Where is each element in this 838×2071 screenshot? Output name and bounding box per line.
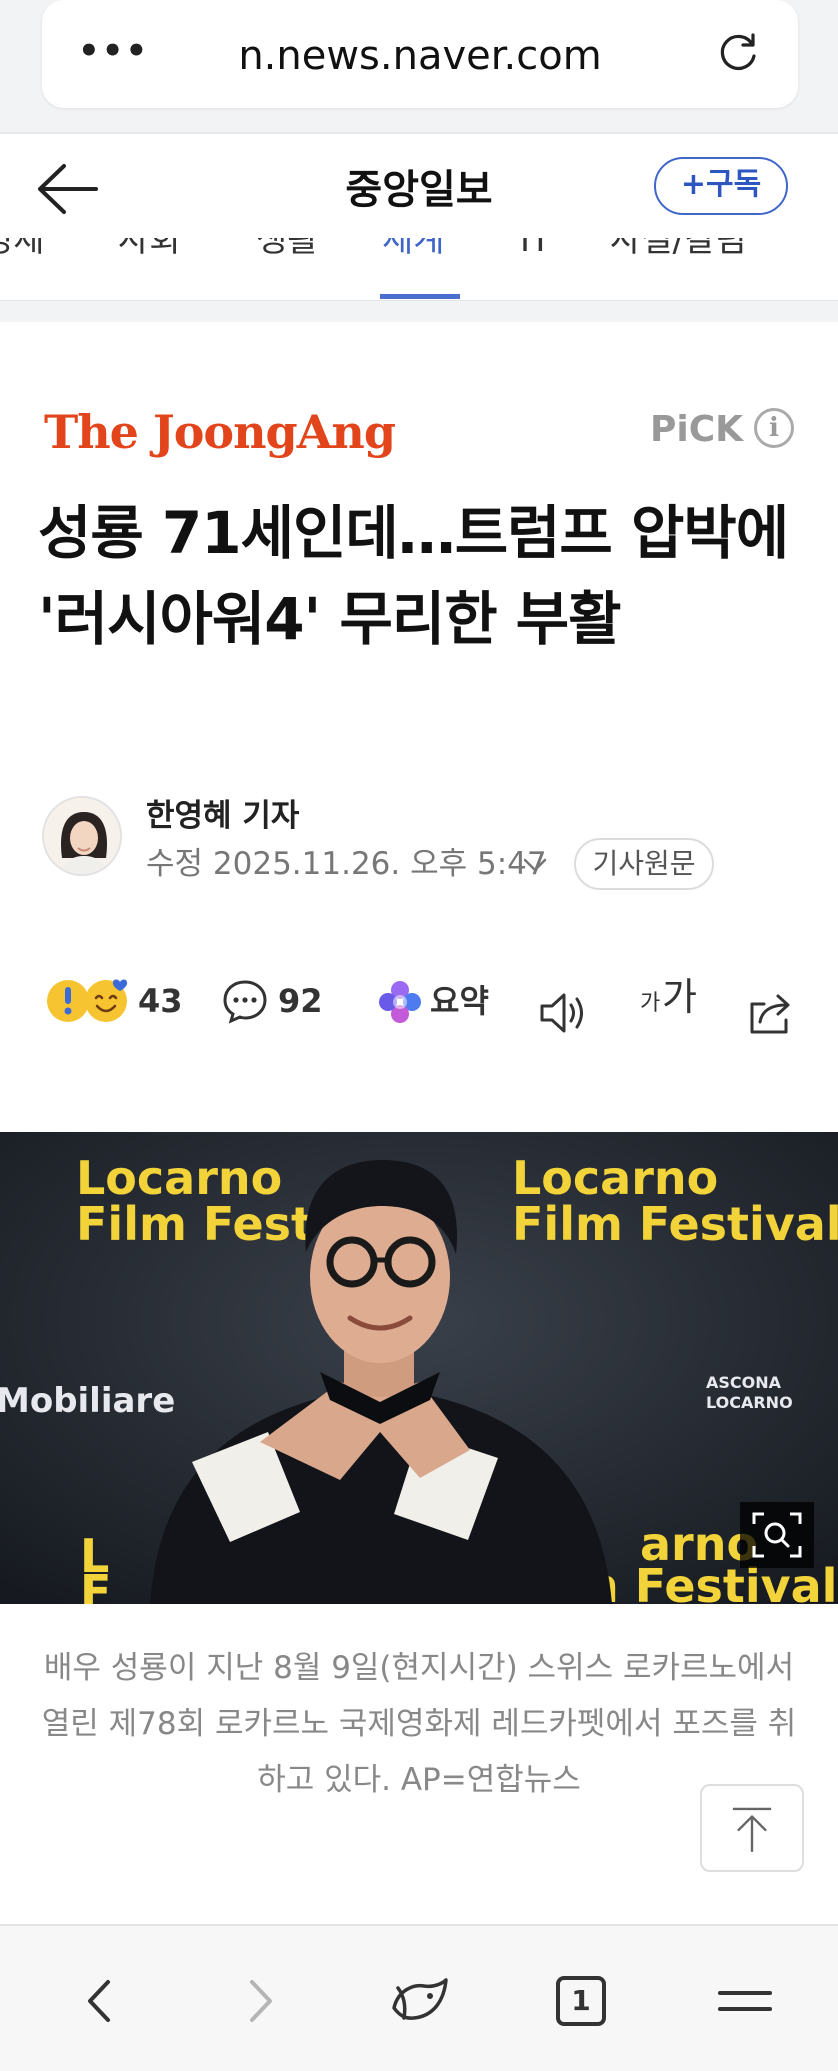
scroll-top-icon[interactable] bbox=[700, 1784, 804, 1872]
tab-it[interactable]: IT bbox=[520, 238, 551, 258]
tab-life[interactable]: 생활 bbox=[256, 238, 319, 258]
tab-society[interactable]: 사회 bbox=[118, 238, 181, 258]
browser-toolbar: ••• n.news.naver.com bbox=[0, 0, 838, 132]
font-size-button[interactable]: 가 가 bbox=[640, 966, 710, 1036]
zoom-search-icon[interactable] bbox=[740, 1502, 814, 1568]
sponsor-text: ASCONA bbox=[706, 1373, 782, 1392]
address-bar[interactable]: ••• n.news.naver.com bbox=[42, 0, 798, 108]
tab-economy[interactable]: 경제 bbox=[0, 238, 45, 258]
tabs-count: 1 bbox=[556, 1976, 606, 2026]
comment-button[interactable]: 92 bbox=[222, 966, 332, 1036]
chevron-down-icon[interactable] bbox=[522, 855, 548, 875]
nav-back-icon[interactable] bbox=[66, 1966, 136, 2036]
browser-bottom-bar: 1 bbox=[0, 1924, 838, 2071]
photo-caption: 배우 성룡이 지난 8월 9일(현지시간) 스위스 로카르노에서 열린 제78회… bbox=[41, 1650, 797, 1798]
backdrop-text: Film Festival bbox=[512, 1197, 838, 1251]
article-appbar: 중앙일보 +구독 bbox=[0, 134, 838, 244]
reaction-emoji-icon bbox=[47, 979, 128, 1022]
sponsor-text: LOCARNO bbox=[706, 1393, 793, 1412]
summary-button[interactable]: 요약 bbox=[378, 966, 498, 1036]
edit-timestamp: 수정 2025.11.26. 오후 5:47 bbox=[146, 846, 547, 882]
font-size-large-label: 가 bbox=[662, 975, 697, 1019]
photo-illustration: Locarno Film Fest Locarno Film Festival … bbox=[0, 1132, 838, 1604]
pick-badge: PiCK bbox=[650, 409, 744, 450]
comments-count: 92 bbox=[278, 982, 323, 1020]
reload-icon[interactable] bbox=[716, 30, 760, 74]
reaction-button[interactable]: 43 bbox=[46, 966, 186, 1036]
subscribe-button[interactable]: +구독 bbox=[654, 157, 788, 215]
share-icon[interactable] bbox=[746, 978, 796, 1048]
url-text[interactable]: n.news.naver.com bbox=[42, 34, 798, 78]
sponsor-text: Mobiliare bbox=[0, 1381, 175, 1421]
reporter-avatar[interactable] bbox=[42, 796, 122, 876]
press-logo[interactable]: The JoongAng bbox=[44, 404, 396, 460]
section-gap bbox=[0, 300, 838, 322]
info-icon[interactable]: i bbox=[754, 408, 794, 448]
tabs-button[interactable]: 1 bbox=[546, 1966, 616, 2036]
comment-icon bbox=[223, 980, 267, 1024]
menu-icon[interactable] bbox=[710, 1966, 780, 2036]
tab-world[interactable]: 세계 bbox=[382, 238, 445, 258]
article-actions: 43 92 요약 가 가 bbox=[0, 966, 838, 1036]
home-logo-icon[interactable] bbox=[384, 1966, 454, 2036]
original-article-button[interactable]: 기사원문 bbox=[574, 838, 714, 890]
summary-label: 요약 bbox=[430, 982, 489, 1020]
backdrop-text: Film Fest bbox=[76, 1197, 313, 1251]
nav-forward-icon[interactable] bbox=[224, 1966, 294, 2036]
article-photo[interactable]: Locarno Film Fest Locarno Film Festival … bbox=[0, 1132, 838, 1604]
category-tabs: 경제 사회 생활 세계 IT 사설/칼럼 bbox=[0, 238, 838, 300]
article-headline: 성룡 71세인데…트럼프 압박에 '러시아워4' 무리한 부활 bbox=[38, 499, 789, 653]
ai-summary-icon bbox=[379, 981, 421, 1023]
tab-editorial[interactable]: 사설/칼럼 bbox=[610, 238, 747, 258]
svg-text:F: F bbox=[80, 1565, 111, 1604]
reactions-count: 43 bbox=[138, 982, 183, 1020]
reporter-name[interactable]: 한영혜 기자 bbox=[146, 798, 299, 834]
speaker-icon[interactable] bbox=[538, 978, 590, 1048]
active-tab-indicator bbox=[380, 294, 460, 299]
font-size-small-label: 가 bbox=[640, 991, 661, 1016]
